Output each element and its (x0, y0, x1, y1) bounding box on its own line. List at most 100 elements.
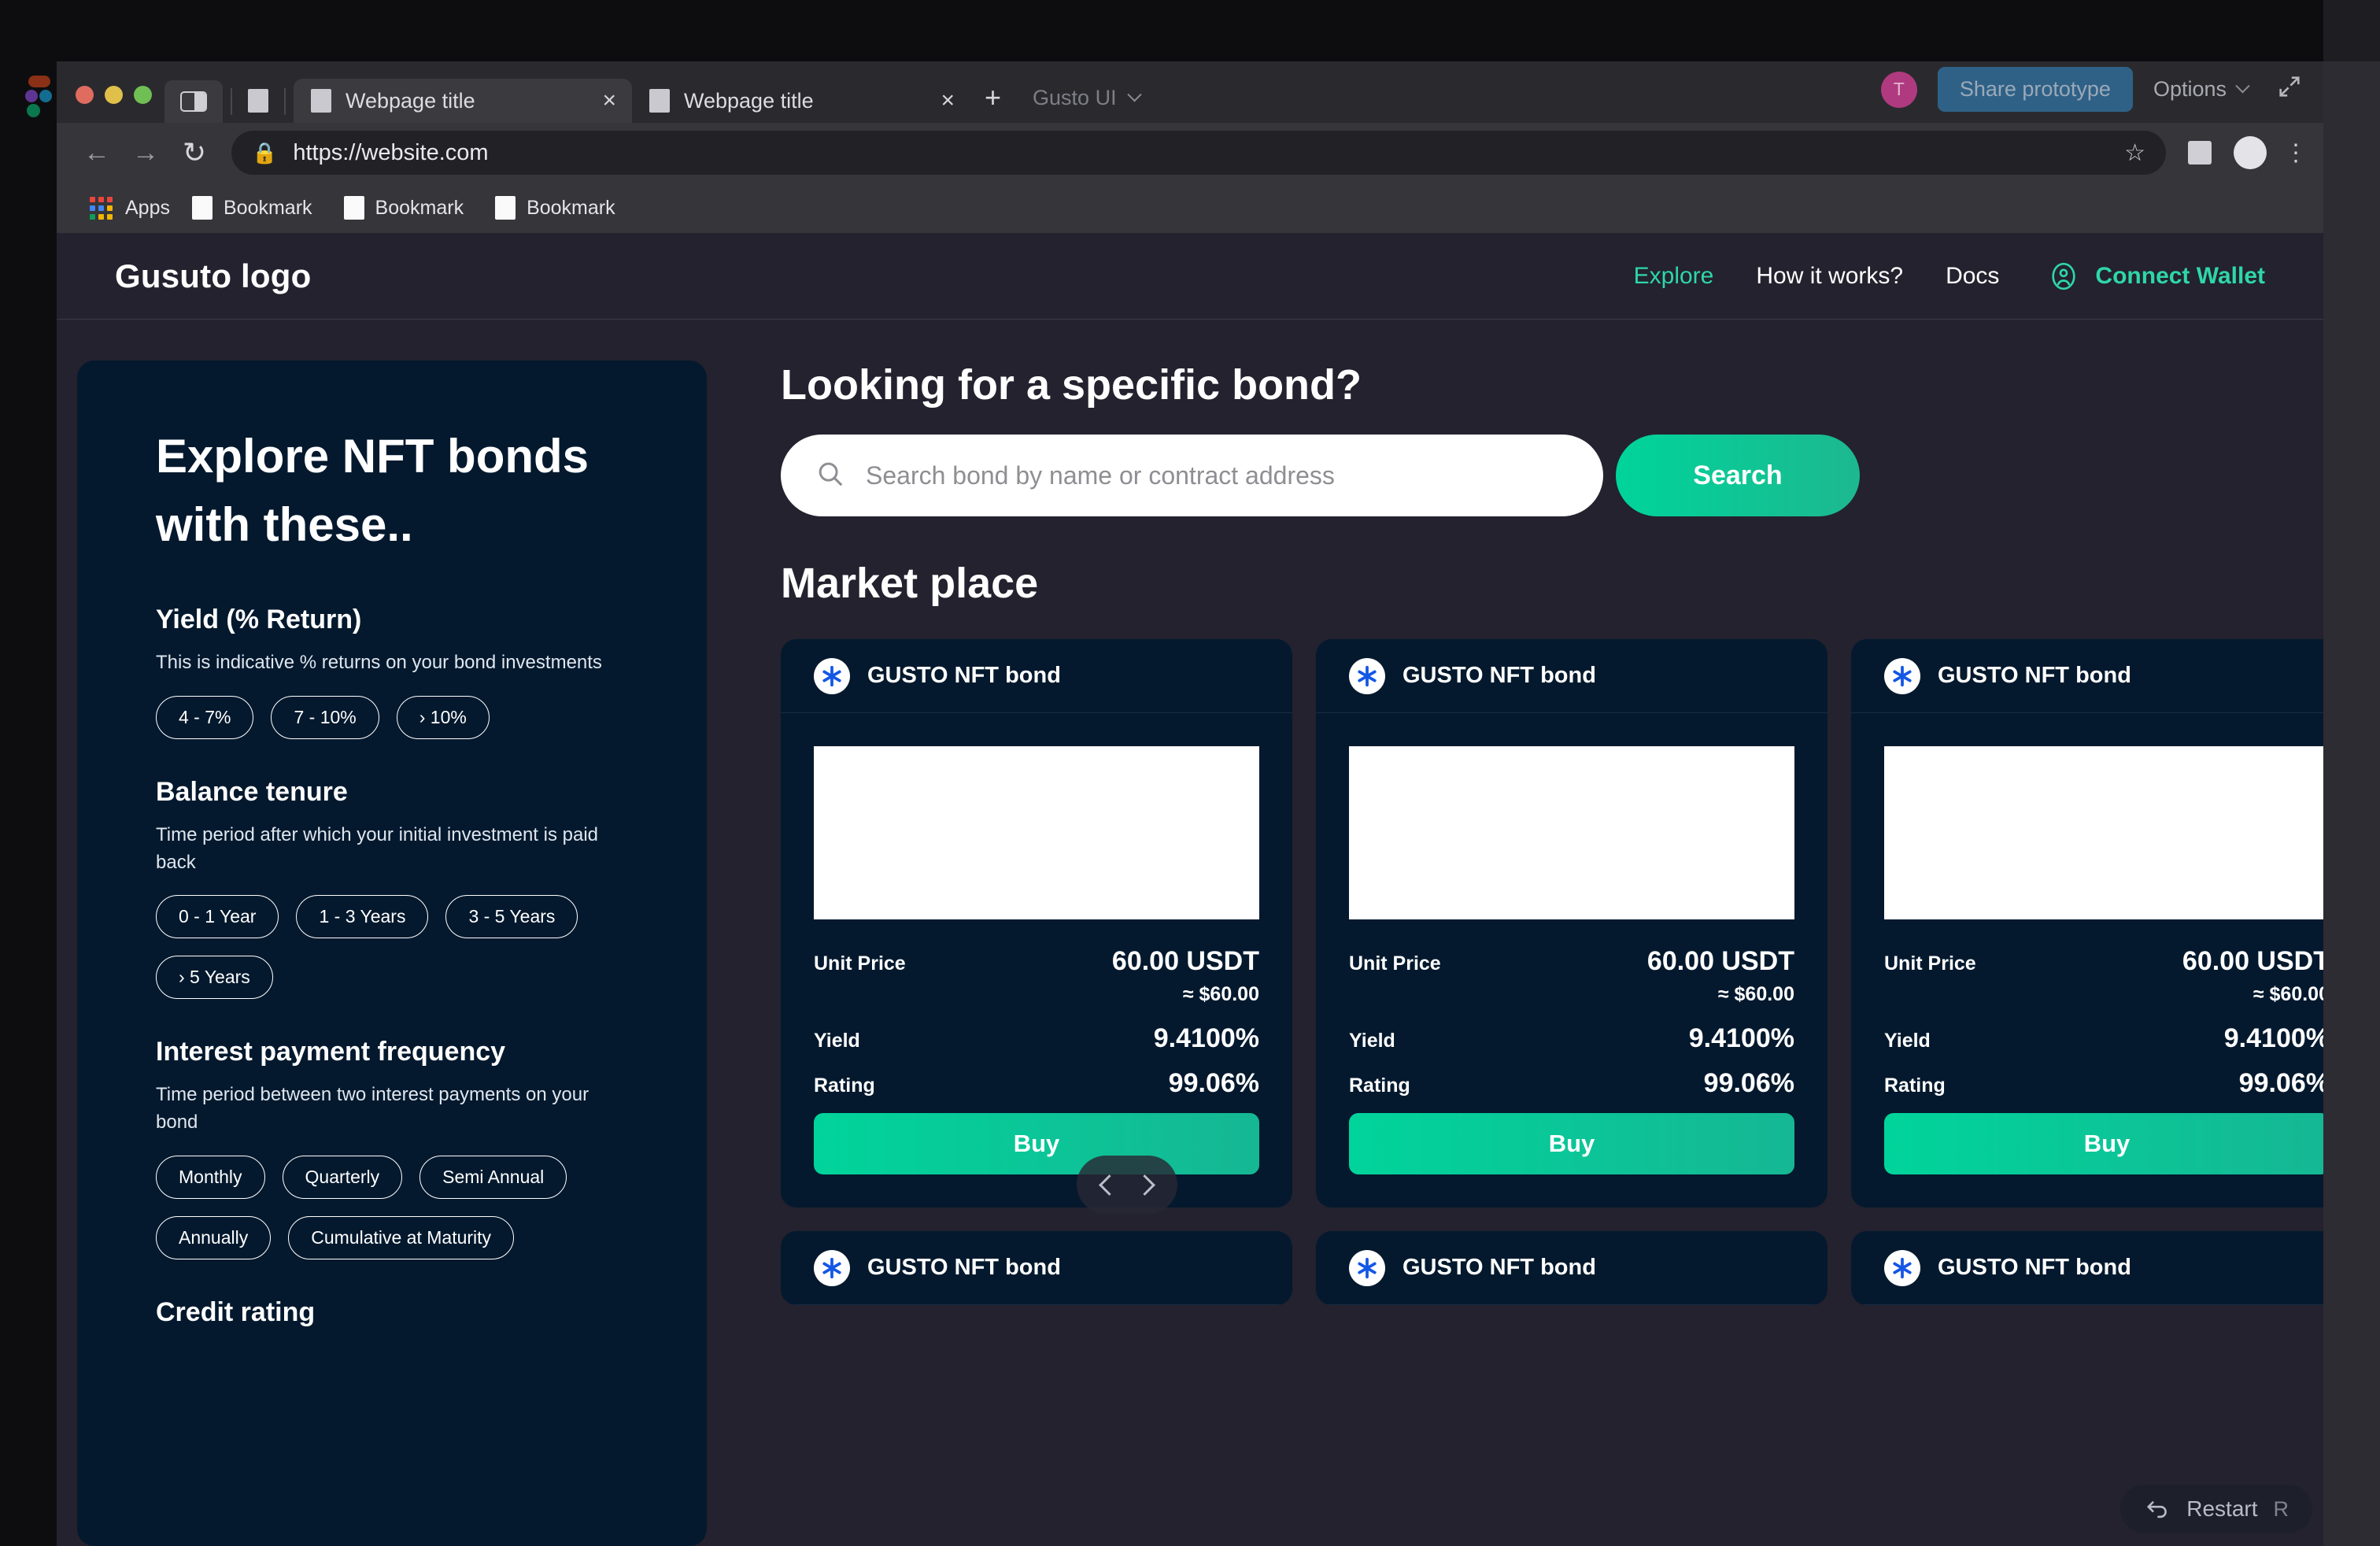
nav-link-docs[interactable]: Docs (1946, 263, 1999, 290)
unit-price-value: 60.00 USDT (1111, 946, 1259, 976)
browser-url-bar: ← → ↻ 🔒 https://website.com ☆ ⋮ (57, 123, 2323, 183)
filter-chip[interactable]: Monthly (156, 1155, 265, 1199)
filter-group-title: Yield (% Return) (156, 605, 362, 634)
bond-card[interactable]: GUSTO NFT bond (781, 1231, 1292, 1305)
reload-icon[interactable]: ↻ (170, 136, 219, 169)
search-button[interactable]: Search (1616, 435, 1860, 516)
unit-price-label: Unit Price (814, 952, 906, 975)
back-icon[interactable]: ← (72, 138, 121, 168)
search-icon (815, 459, 845, 493)
bookmark-item-2[interactable]: Bookmark (334, 196, 474, 220)
zoom-window-button[interactable] (134, 86, 152, 104)
bookmark-item-3[interactable]: Bookmark (486, 196, 625, 220)
unit-price-usd: ≈ $60.00 (2252, 983, 2323, 1005)
tab-divider (284, 88, 286, 115)
bond-card[interactable]: GUSTO NFT bond (1316, 1231, 1828, 1305)
bookmark-star-icon[interactable]: ☆ (2124, 139, 2145, 167)
bond-card[interactable]: GUSTO NFT bond Unit Price 60.00 USDT ≈ $… (1851, 639, 2323, 1208)
bond-unit-price-row: Unit Price 60.00 USDT (814, 946, 1259, 977)
filter-chip[interactable]: 0 - 1 Year (156, 895, 279, 939)
bond-rating-row: Rating 99.06% (814, 1068, 1259, 1099)
bond-card[interactable]: GUSTO NFT bond Unit Price 60.00 USDT ≈ $… (781, 639, 1292, 1208)
nav-link-how-it-works[interactable]: How it works? (1756, 263, 1903, 290)
filter-chip[interactable]: 4 - 7% (156, 695, 254, 739)
bookmark-favicon-icon (191, 196, 213, 220)
unit-price-value: 60.00 USDT (1646, 946, 1794, 976)
bookmark-apps-label[interactable]: Apps (125, 197, 170, 220)
connect-wallet-button[interactable]: Connect Wallet (2048, 261, 2265, 292)
bookmark-item-1[interactable]: Bookmark (183, 196, 322, 220)
bond-card-body: Unit Price 60.00 USDT ≈ $60.00 Yield 9.4… (1851, 919, 2323, 1208)
filter-group-balance-tenure: Balance tenure Time period after which y… (156, 777, 645, 1000)
buy-button[interactable]: Buy (1884, 1113, 2323, 1174)
new-tab-button[interactable]: + (970, 83, 1015, 123)
filter-chip[interactable]: 1 - 3 Years (296, 895, 429, 939)
bond-card[interactable]: GUSTO NFT bond Unit Price 60.00 USDT ≈ $… (1316, 639, 1828, 1208)
chevron-left-icon[interactable] (1099, 1174, 1120, 1196)
restart-prototype-button[interactable]: Restart R (2120, 1485, 2312, 1533)
prototype-name-dropdown[interactable]: Gusto UI (1033, 86, 1142, 123)
tab-pinned[interactable] (240, 79, 276, 123)
filter-chip[interactable]: 7 - 10% (271, 695, 379, 739)
site-logo[interactable]: Gusuto logo (115, 257, 311, 295)
bookmark-label: Bookmark (527, 196, 615, 219)
avatar[interactable]: T (1880, 71, 1917, 108)
bond-yield-row: Yield 9.4100% (814, 1023, 1259, 1054)
marketplace-main: Looking for a specific bond? Search bond… (707, 361, 2323, 1546)
prototype-name-label: Gusto UI (1033, 86, 1117, 109)
tab-title: Webpage title (346, 88, 475, 113)
buy-button[interactable]: Buy (814, 1113, 1259, 1174)
bond-card[interactable]: GUSTO NFT bond (1851, 1231, 2323, 1305)
close-icon[interactable]: × (597, 89, 621, 113)
rating-value: 99.06% (2238, 1068, 2323, 1098)
bond-card-title: GUSTO NFT bond (1938, 1255, 2131, 1280)
bookmark-label: Bookmark (375, 196, 464, 219)
filter-chip[interactable]: Quarterly (282, 1155, 403, 1199)
minimize-window-button[interactable] (105, 86, 123, 104)
rating-value: 99.06% (1168, 1068, 1259, 1098)
more-menu-icon[interactable]: ⋮ (2284, 139, 2308, 167)
filter-group-interest-frequency: Interest payment frequency Time period b… (156, 1037, 645, 1259)
rating-label: Rating (1884, 1074, 1946, 1097)
sidebar-icon (180, 91, 207, 112)
browser-tab-1[interactable]: Webpage title × (294, 79, 632, 123)
bookmarks-bar: Apps Bookmark Bookmark Bookmark (57, 183, 2323, 233)
filter-chip[interactable]: › 5 Years (156, 956, 273, 1000)
extension-icon[interactable] (2188, 141, 2212, 165)
window-traffic-lights[interactable] (57, 86, 164, 123)
close-icon[interactable]: × (936, 89, 959, 113)
forward-icon[interactable]: → (121, 138, 170, 168)
close-window-button[interactable] (76, 86, 94, 104)
sidebar-toggle-button[interactable] (164, 80, 223, 123)
filter-chip[interactable]: 3 - 5 Years (445, 895, 578, 939)
filter-chip[interactable]: Cumulative at Maturity (288, 1215, 515, 1259)
nav-link-explore[interactable]: Explore (1634, 263, 1714, 290)
filter-chip[interactable]: Semi Annual (419, 1155, 567, 1199)
site-viewport: Gusuto logo Explore How it works? Docs C… (57, 233, 2323, 1546)
options-dropdown[interactable]: Options (2153, 77, 2250, 102)
rating-label: Rating (1349, 1074, 1410, 1097)
bond-card-grid: GUSTO NFT bond Unit Price 60.00 USDT ≈ $… (781, 639, 2323, 1305)
search-input[interactable]: Search bond by name or contract address (781, 435, 1603, 516)
gusto-asterisk-icon (1884, 1249, 1920, 1286)
yield-label: Yield (1349, 1030, 1395, 1052)
address-value: https://website.com (293, 139, 489, 165)
share-prototype-button[interactable]: Share prototype (1937, 67, 2133, 112)
filters-panel: Explore NFT bonds with these.. Yield (% … (77, 361, 707, 1546)
user-circle-icon (2052, 262, 2076, 290)
browser-tab-2[interactable]: Webpage title × (632, 79, 970, 123)
carousel-nav (1077, 1156, 1177, 1214)
address-input[interactable]: 🔒 https://website.com ☆ (231, 131, 2166, 175)
browser-window: Webpage title × Webpage title × + Gusto … (57, 61, 2323, 1546)
chevron-right-icon[interactable] (1134, 1174, 1155, 1196)
apps-grid-icon (90, 196, 113, 220)
filter-chip[interactable]: Annually (156, 1215, 272, 1259)
fullscreen-icon[interactable] (2268, 73, 2303, 106)
filter-chip[interactable]: › 10% (396, 695, 490, 739)
buy-button[interactable]: Buy (1349, 1113, 1794, 1174)
profile-avatar-icon[interactable] (2234, 136, 2267, 169)
bond-card-title: GUSTO NFT bond (1938, 663, 2131, 688)
bookmark-favicon-icon (495, 196, 516, 220)
bond-card-title: GUSTO NFT bond (1402, 663, 1596, 688)
rating-value: 99.06% (1703, 1068, 1794, 1098)
